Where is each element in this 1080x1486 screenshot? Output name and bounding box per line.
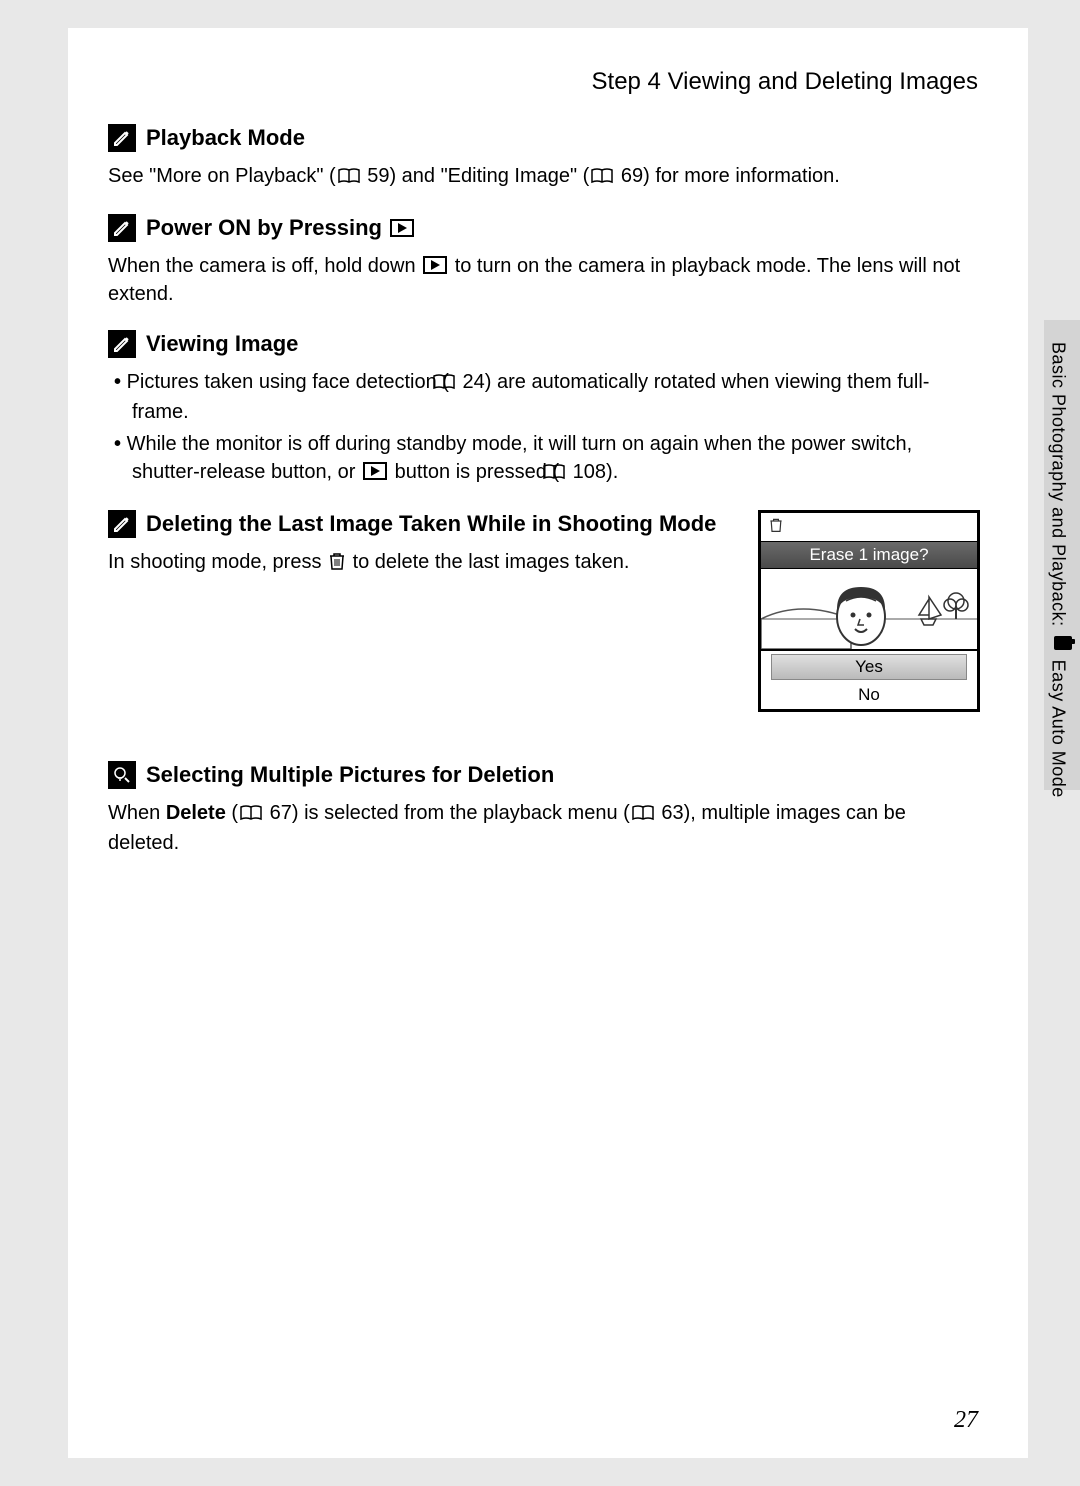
text-fragment: 108). [567,461,618,483]
lcd-option-yes: Yes [771,654,967,680]
pencil-box-icon [108,124,136,152]
camera-lcd-mockup: Erase 1 image? [758,510,980,712]
pencil-box-icon [108,214,136,242]
bold-text: Delete [166,802,226,824]
section-title: Deleting the Last Image Taken While in S… [146,511,716,537]
lcd-frame: Erase 1 image? [758,510,980,712]
body-text: When the camera is off, hold down to tur… [108,252,978,308]
text-fragment: 59) and "Editing Image" ( [362,165,590,187]
section-header: Selecting Multiple Pictures for Deletion [108,761,978,789]
text-fragment: When [108,802,166,824]
lcd-option-no: No [761,683,977,709]
text-fragment: Power ON by Pressing [146,215,388,240]
text-fragment: button is pressed ( [389,461,559,483]
chapter-side-label: Basic Photography and Playback: Easy Aut… [1047,342,1072,798]
section-header: Viewing Image [108,330,978,358]
text-fragment: 69) for more information. [615,165,840,187]
lcd-prompt: Erase 1 image? [761,541,977,569]
list-item: Pictures taken using face detection ( 24… [108,368,978,426]
camera-icon [1054,636,1072,650]
text-fragment: ( [226,802,238,824]
page-number: 27 [954,1407,978,1434]
body-text: When Delete ( 67) is selected from the p… [108,799,978,857]
book-ref-icon [451,370,455,398]
book-ref-icon [240,801,262,829]
section-playback-mode: Playback Mode See "More on Playback" ( 5… [108,124,978,192]
trash-icon [769,517,783,538]
section-title: Playback Mode [146,125,305,151]
book-ref-icon [632,801,654,829]
bullet-list: Pictures taken using face detection ( 24… [108,368,978,488]
step-title: Step 4 Viewing and Deleting Images [108,68,978,96]
section-title: Viewing Image [146,331,298,357]
trash-icon [329,551,345,579]
lcd-illustration [761,569,977,649]
section-header: Playback Mode [108,124,978,152]
list-item: While the monitor is off during standby … [108,430,978,488]
lightbulb-box-icon [108,761,136,789]
text-fragment: to delete the last images taken. [347,551,629,573]
book-ref-icon [591,164,613,192]
text-fragment: When the camera is off, hold down [108,255,421,277]
text-fragment: Basic Photography and Playback: [1048,342,1068,632]
section-header: Power ON by Pressing [108,214,978,242]
manual-page: Step 4 Viewing and Deleting Images Playb… [68,28,1028,1458]
playback-button-icon [390,219,414,237]
playback-button-icon [363,462,387,480]
lcd-options: Yes No [761,649,977,709]
book-ref-icon [338,164,360,192]
pencil-box-icon [108,330,136,358]
text-fragment: In shooting mode, press [108,551,327,573]
playback-button-icon [423,256,447,274]
pencil-box-icon [108,510,136,538]
section-viewing-image: Viewing Image Pictures taken using face … [108,330,978,488]
text-fragment: Easy Auto Mode [1048,654,1068,798]
body-text: See "More on Playback" ( 59) and "Editin… [108,162,978,192]
lcd-topbar [761,513,977,541]
section-power-on: Power ON by Pressing When the camera is … [108,214,978,308]
text-fragment: Pictures taken using face detection ( [127,371,449,393]
section-selecting-multiple: Selecting Multiple Pictures for Deletion… [108,761,978,857]
text-fragment: 67) is selected from the playback menu ( [264,802,630,824]
section-title: Selecting Multiple Pictures for Deletion [146,762,554,788]
book-ref-icon [561,460,565,488]
text-fragment: See "More on Playback" ( [108,165,336,187]
section-title: Power ON by Pressing [146,215,416,241]
